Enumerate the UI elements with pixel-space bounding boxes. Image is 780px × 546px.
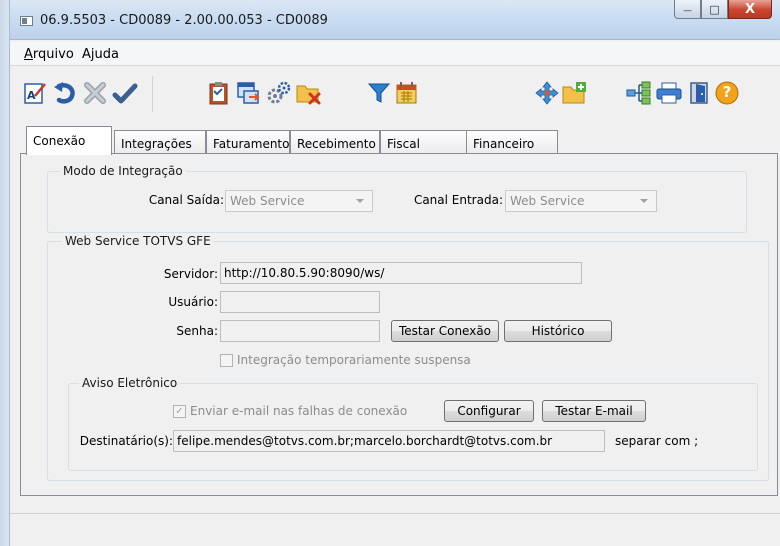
minimize-icon: — bbox=[683, 6, 692, 16]
chevron-down-icon bbox=[356, 199, 364, 203]
canal-saida-select[interactable]: Web Service bbox=[225, 190, 373, 212]
senha-label: Senha: bbox=[176, 324, 218, 338]
canal-entrada-label: Canal Entrada: bbox=[413, 193, 503, 207]
maximize-icon: □ bbox=[709, 2, 720, 16]
enviar-email-label: Enviar e-mail nas falhas de conexão bbox=[190, 404, 408, 418]
gears-icon[interactable] bbox=[266, 80, 292, 106]
usuario-field[interactable] bbox=[220, 291, 380, 313]
web-service-group: Web Service TOTVS GFE Servidor: http://1… bbox=[47, 234, 769, 481]
maximize-button[interactable]: □ bbox=[701, 0, 728, 19]
testar-email-button[interactable]: Testar E-mail bbox=[542, 400, 646, 422]
aviso-eletronico-title: Aviso Eletrônico bbox=[79, 376, 181, 390]
window-export-icon[interactable] bbox=[236, 80, 262, 106]
historico-button[interactable]: Histórico bbox=[504, 320, 612, 342]
toolbar: A ? bbox=[10, 72, 780, 116]
cancel-icon[interactable] bbox=[82, 80, 108, 106]
senha-field[interactable] bbox=[220, 320, 380, 342]
testar-conexao-button[interactable]: Testar Conexão bbox=[391, 320, 499, 342]
close-icon: X bbox=[744, 1, 756, 17]
window-title: 06.9.5503 - CD0089 - 2.00.00.053 - CD008… bbox=[40, 13, 328, 28]
title-bar[interactable]: 06.9.5503 - CD0089 - 2.00.00.053 - CD008… bbox=[10, 0, 780, 40]
usuario-label: Usuário: bbox=[168, 295, 218, 309]
tree-icon[interactable] bbox=[626, 80, 652, 106]
servidor-label: Servidor: bbox=[163, 267, 218, 281]
confirm-icon[interactable] bbox=[112, 80, 138, 106]
menu-item-ajuda[interactable]: Ajuda bbox=[82, 47, 119, 62]
client-area: Conexão Integrações Faturamento Recebime… bbox=[20, 126, 778, 504]
enviar-email-checkbox[interactable]: ✓ Enviar e-mail nas falhas de conexão bbox=[173, 404, 407, 418]
undo-icon[interactable] bbox=[52, 80, 78, 106]
print-icon[interactable] bbox=[656, 80, 682, 106]
clipboard-icon[interactable] bbox=[206, 80, 232, 106]
destinatario-label: Destinatário(s): bbox=[79, 434, 173, 448]
help-icon[interactable]: ? bbox=[714, 80, 740, 106]
suspensa-label: Integração temporariamente suspensa bbox=[237, 353, 471, 367]
window-left-edge bbox=[0, 0, 10, 546]
tab-integracoes[interactable]: Integrações bbox=[114, 130, 206, 154]
tab-financeiro[interactable]: Financeiro bbox=[466, 130, 558, 154]
move-icon[interactable] bbox=[534, 80, 560, 106]
canal-entrada-value: Web Service bbox=[510, 194, 585, 208]
app-icon[interactable] bbox=[20, 16, 33, 26]
folder-delete-icon[interactable] bbox=[296, 80, 322, 106]
suspensa-checkbox[interactable]: Integração temporariamente suspensa bbox=[220, 353, 471, 367]
spellcheck-icon[interactable]: A bbox=[22, 80, 48, 106]
close-button[interactable]: X bbox=[728, 0, 772, 19]
servidor-field[interactable]: http://10.80.5.90:8090/ws/ bbox=[220, 262, 582, 284]
chevron-down-icon bbox=[640, 199, 648, 203]
tab-conexao[interactable]: Conexão bbox=[26, 126, 112, 155]
destinatario-field[interactable]: felipe.mendes@totvs.com.br;marcelo.borch… bbox=[173, 430, 605, 452]
menu-item-arquivo[interactable]: Arquivo bbox=[24, 47, 74, 62]
checkbox-icon bbox=[220, 353, 233, 367]
minimize-button[interactable]: — bbox=[674, 0, 701, 19]
filter-icon[interactable] bbox=[366, 80, 392, 106]
modo-integracao-group: Modo de Integração Canal Saída: Web Serv… bbox=[47, 164, 747, 233]
tab-recebimento[interactable]: Recebimento bbox=[290, 130, 380, 154]
web-service-title: Web Service TOTVS GFE bbox=[62, 234, 214, 248]
canal-saida-label: Canal Saída: bbox=[148, 193, 224, 207]
check-icon: ✓ bbox=[173, 404, 186, 418]
help-glyph: ? bbox=[722, 83, 732, 101]
toolbar-separator bbox=[152, 76, 153, 112]
canal-entrada-select[interactable]: Web Service bbox=[505, 190, 657, 212]
separar-hint: separar com ; bbox=[615, 434, 699, 448]
configurar-button[interactable]: Configurar bbox=[444, 400, 534, 422]
calendar-icon[interactable] bbox=[394, 80, 420, 106]
tab-strip: Conexão Integrações Faturamento Recebime… bbox=[20, 126, 780, 155]
app-window: 06.9.5503 - CD0089 - 2.00.00.053 - CD008… bbox=[0, 0, 780, 546]
modo-integracao-title: Modo de Integração bbox=[60, 164, 186, 178]
tab-fiscal[interactable]: Fiscal bbox=[380, 130, 470, 154]
tab-panel-conexao: Modo de Integração Canal Saída: Web Serv… bbox=[20, 153, 778, 496]
exit-icon[interactable] bbox=[686, 80, 712, 106]
tab-faturamento[interactable]: Faturamento bbox=[206, 130, 290, 154]
status-bar bbox=[10, 513, 780, 546]
new-folder-icon[interactable] bbox=[562, 80, 588, 106]
menu-bar: Arquivo Ajuda bbox=[10, 42, 780, 66]
aviso-eletronico-group: Aviso Eletrônico ✓ Enviar e-mail nas fal… bbox=[68, 376, 758, 471]
canal-saida-value: Web Service bbox=[230, 194, 305, 208]
